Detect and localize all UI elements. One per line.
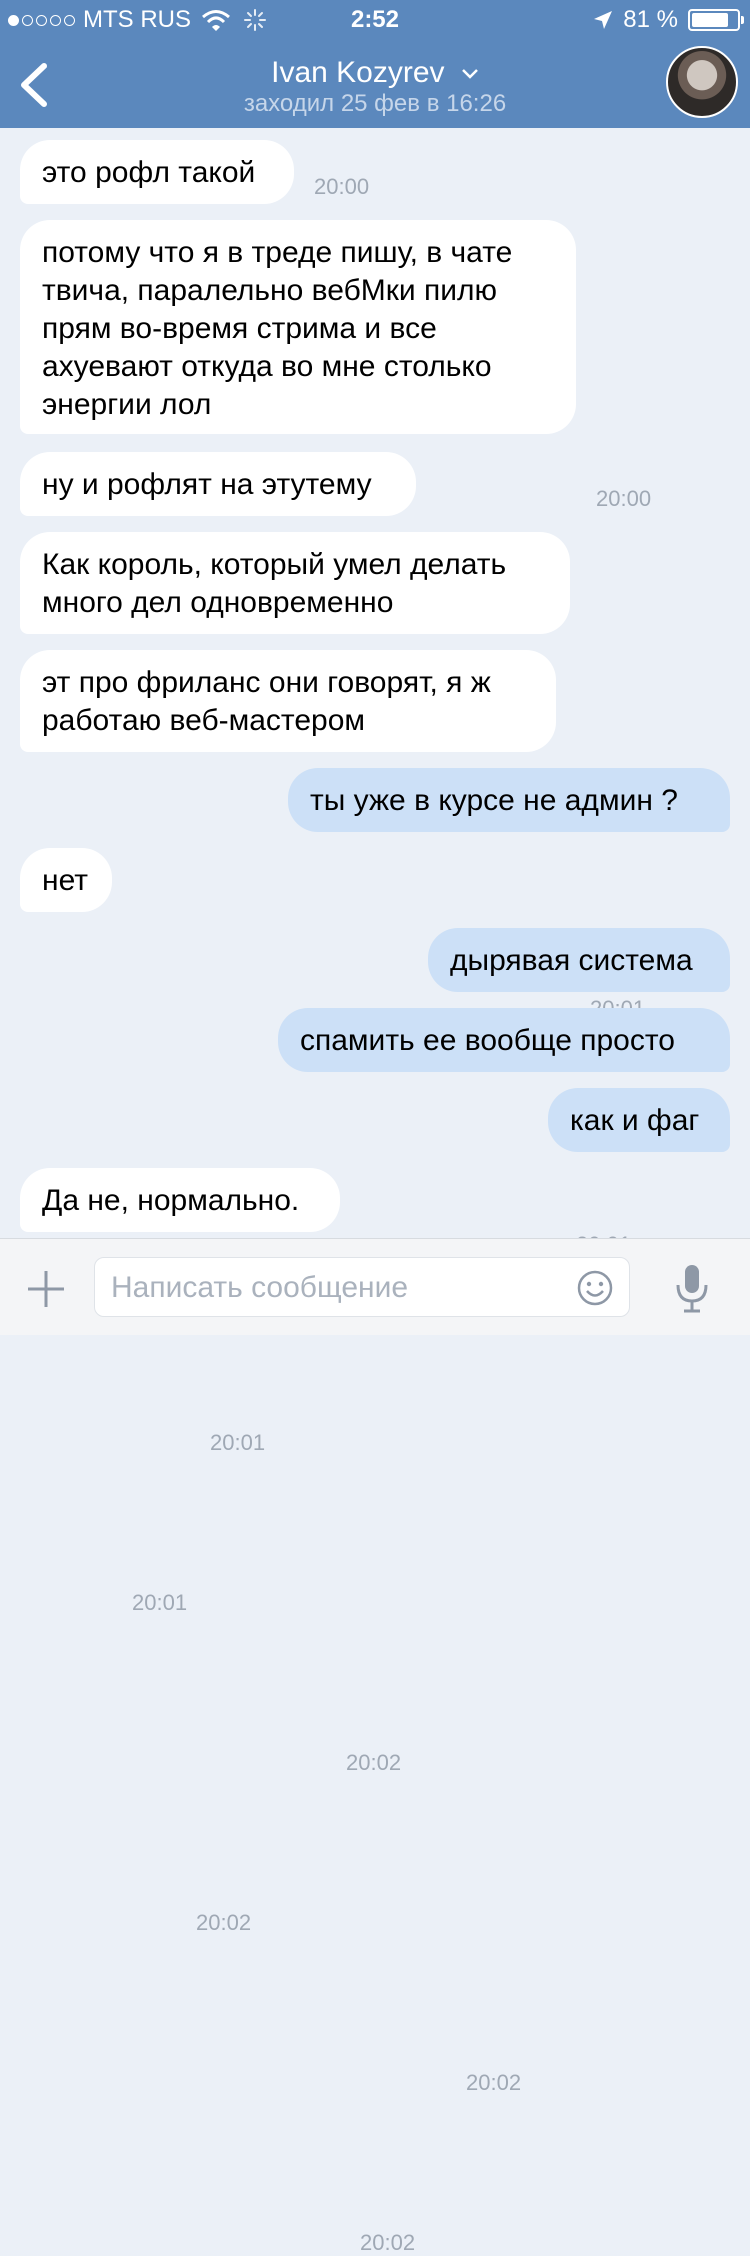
message-bubble[interactable]: ну и рофлят на этутему: [20, 452, 416, 516]
incoming-message[interactable]: потому что я в треде пишу, в чате твича,…: [0, 220, 750, 511]
message-bubble[interactable]: ты уже в курсе не админ ?: [288, 768, 730, 832]
message-bubble[interactable]: нет: [20, 848, 112, 912]
message-timestamp: 20:02: [360, 2230, 416, 2255]
outgoing-message[interactable]: спамить ее вообще просто 20:02: [0, 1008, 750, 1935]
emoji-icon[interactable]: [577, 1270, 613, 1306]
message-bubble[interactable]: как и фаг: [548, 1088, 730, 1152]
outgoing-message[interactable]: как и фаг 20:02: [0, 1088, 750, 2095]
message-timestamp: 20:02: [466, 2070, 522, 2095]
last-seen-status: заходил 25 фев в 16:26: [243, 90, 507, 117]
message-list[interactable]: это рофл такой 20:00 потому что я в треде …: [0, 128, 750, 2255]
message-bubble[interactable]: потому что я в треде пишу, в чате твича,…: [20, 220, 576, 434]
message-input-field[interactable]: [94, 1257, 630, 1317]
message-bubble[interactable]: это рофл такой: [20, 140, 294, 204]
battery-percent: 81 %: [623, 6, 678, 33]
contact-name: Ivan Kozyrev: [271, 56, 445, 89]
chevron-down-icon: [461, 69, 478, 79]
message-timestamp: 20:01: [132, 1590, 188, 1615]
message-timestamp: 20:02: [346, 1750, 402, 1775]
contact-title[interactable]: Ivan Kozyrev: [0, 56, 750, 90]
message-bubble[interactable]: Как король, который умел делать много де…: [20, 532, 570, 634]
composer-bar: [0, 1238, 750, 1335]
status-bar: MTS RUS 2:52 81 %: [0, 0, 750, 40]
incoming-message[interactable]: эт про фриланс они говорят, я ж работаю …: [0, 650, 750, 1257]
message-bubble[interactable]: Да не, нормально.: [20, 1168, 340, 1232]
plus-icon[interactable]: [26, 1269, 66, 1309]
incoming-message[interactable]: нет 20:01: [0, 848, 750, 1615]
incoming-message[interactable]: Как король, который умел делать много де…: [0, 532, 750, 1021]
battery-icon: [688, 9, 744, 31]
message-bubble[interactable]: спамить ее вообще просто: [278, 1008, 730, 1072]
message-timestamp: 20:00: [314, 174, 370, 199]
message-timestamp: 20:02: [196, 1910, 252, 1935]
location-arrow-icon: [594, 11, 613, 29]
message-input[interactable]: [109, 1268, 553, 1308]
avatar[interactable]: [666, 46, 738, 118]
incoming-message[interactable]: Да не, нормально. 20:02: [0, 1168, 750, 2255]
message-bubble[interactable]: эт про фриланс они говорят, я ж работаю …: [20, 650, 556, 752]
message-bubble[interactable]: дырявая система: [428, 928, 730, 992]
outgoing-message[interactable]: ты уже в курсе не админ ? 20:01: [0, 768, 750, 1455]
message-timestamp: 20:01: [210, 1430, 266, 1455]
incoming-message[interactable]: это рофл такой 20:00: [0, 140, 750, 204]
outgoing-message[interactable]: дырявая система 20:02: [0, 928, 750, 1775]
nav-header: MTS RUS 2:52 81 % Ivan Kozyrev заходил 2…: [0, 0, 750, 128]
microphone-icon[interactable]: [672, 1263, 712, 1315]
incoming-message[interactable]: ну и рофлят на этутему20:00: [0, 452, 750, 823]
